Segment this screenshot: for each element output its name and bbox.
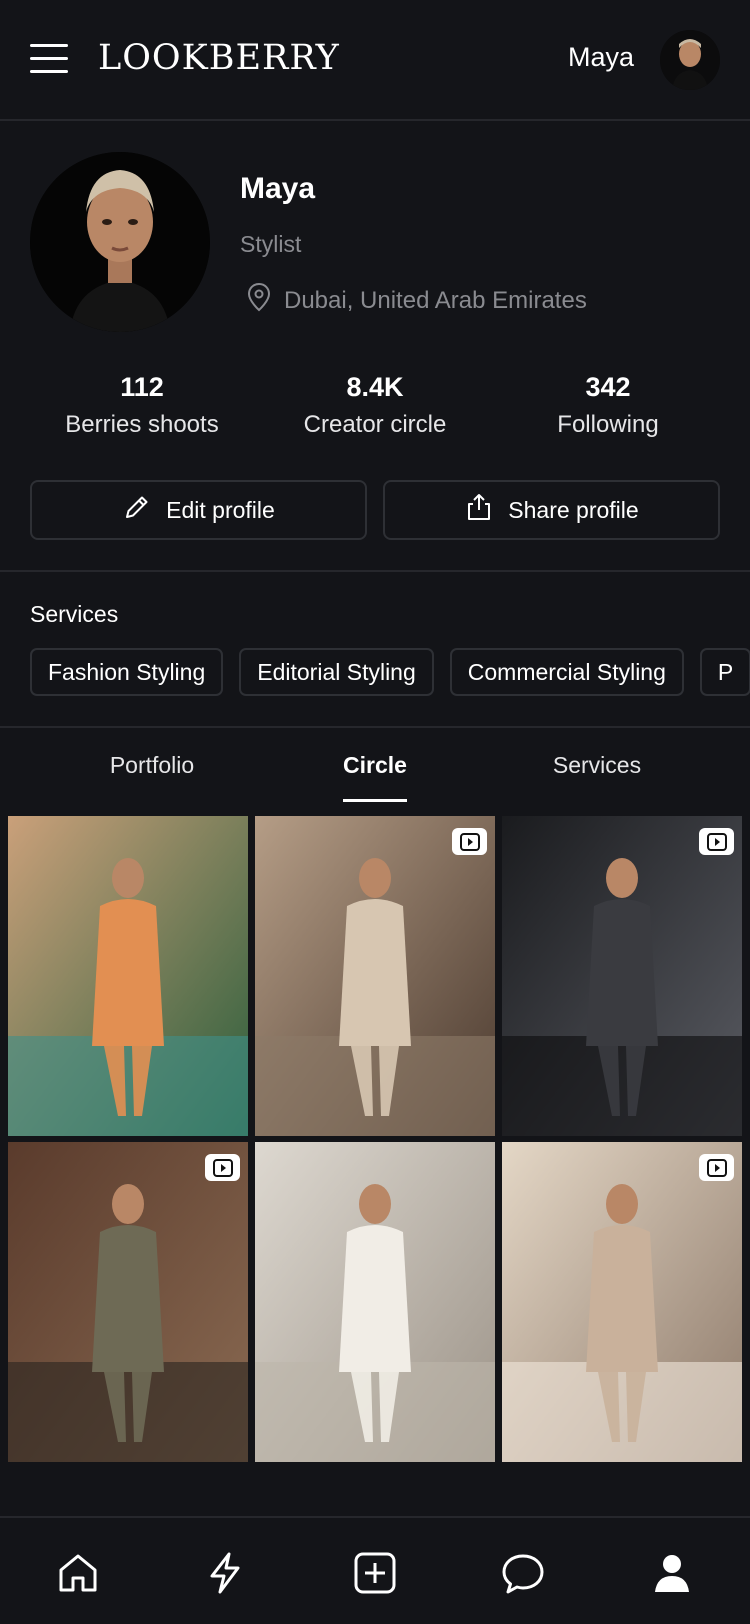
- tab-services[interactable]: Services: [497, 752, 697, 779]
- profile-icon[interactable]: [647, 1548, 697, 1598]
- profile-location: Dubai, United Arab Emirates: [246, 282, 587, 319]
- stat-label: Berries shoots: [65, 411, 219, 438]
- services-chip-list: Fashion Styling Editorial Styling Commerci…: [30, 648, 750, 696]
- lightning-icon[interactable]: [200, 1548, 250, 1598]
- active-tab-indicator: [343, 799, 407, 802]
- video-play-icon: [205, 1154, 240, 1181]
- share-icon: [464, 492, 494, 528]
- pencil-icon: [122, 492, 152, 528]
- stat-value: 8.4K: [346, 372, 404, 402]
- add-icon[interactable]: [350, 1548, 400, 1598]
- home-icon[interactable]: [53, 1548, 103, 1598]
- header-user-name[interactable]: Maya: [568, 42, 634, 73]
- stat-berries-shoots[interactable]: 112 Berries shoots: [22, 372, 262, 439]
- location-pin-icon: [246, 282, 272, 319]
- media-thumbnail: [255, 1142, 495, 1462]
- stat-label: Following: [557, 411, 659, 438]
- tab-circle[interactable]: Circle: [275, 752, 475, 779]
- media-thumbnail: [502, 816, 742, 1136]
- media-grid-item[interactable]: [8, 816, 248, 1136]
- service-chip[interactable]: Fashion Styling: [30, 648, 224, 696]
- stat-value: 112: [120, 372, 164, 402]
- app-header: LOOKBERRY Maya: [0, 0, 750, 121]
- profile-role: Stylist: [240, 231, 302, 257]
- stat-following[interactable]: 342 Following: [488, 372, 728, 439]
- stat-value: 342: [585, 372, 631, 402]
- stat-label: Creator circle: [303, 411, 447, 438]
- profile-avatar[interactable]: [30, 152, 210, 332]
- stat-creator-circle[interactable]: 8.4K Creator circle: [255, 372, 495, 439]
- section-divider: [0, 570, 750, 572]
- services-heading: Services: [30, 601, 119, 627]
- profile-tabs: Portfolio Circle Services: [0, 752, 750, 802]
- share-profile-button[interactable]: Share profile: [383, 480, 720, 540]
- media-grid-item[interactable]: [502, 1142, 742, 1462]
- video-play-icon: [699, 1154, 734, 1181]
- media-grid-item[interactable]: [8, 1142, 248, 1462]
- media-grid-item[interactable]: [255, 1142, 495, 1462]
- section-divider: [0, 726, 750, 728]
- media-thumbnail: [8, 816, 248, 1136]
- share-profile-label: Share profile: [508, 496, 639, 523]
- header-avatar[interactable]: [660, 30, 720, 90]
- video-play-icon: [699, 828, 734, 855]
- media-grid-item[interactable]: [502, 816, 742, 1136]
- media-grid-item[interactable]: [255, 816, 495, 1136]
- media-thumbnail: [8, 1142, 248, 1462]
- service-chip[interactable]: P: [699, 648, 750, 696]
- edit-profile-button[interactable]: Edit profile: [30, 480, 367, 540]
- video-play-icon: [452, 828, 487, 855]
- media-thumbnail: [502, 1142, 742, 1462]
- chat-icon[interactable]: [498, 1548, 548, 1598]
- service-chip[interactable]: Commercial Styling: [449, 648, 684, 696]
- service-chip[interactable]: Editorial Styling: [239, 648, 434, 696]
- bottom-navigation: [0, 1516, 750, 1624]
- tab-portfolio[interactable]: Portfolio: [52, 752, 252, 779]
- media-thumbnail: [255, 816, 495, 1136]
- brand-logo[interactable]: LOOKBERRY: [98, 38, 340, 78]
- hamburger-menu-icon[interactable]: [28, 42, 70, 76]
- profile-name: Maya: [240, 172, 316, 205]
- location-text: Dubai, United Arab Emirates: [284, 286, 587, 314]
- profile-stats: 112 Berries shoots 8.4K Creator circle 3…: [0, 372, 750, 442]
- edit-profile-label: Edit profile: [166, 496, 275, 523]
